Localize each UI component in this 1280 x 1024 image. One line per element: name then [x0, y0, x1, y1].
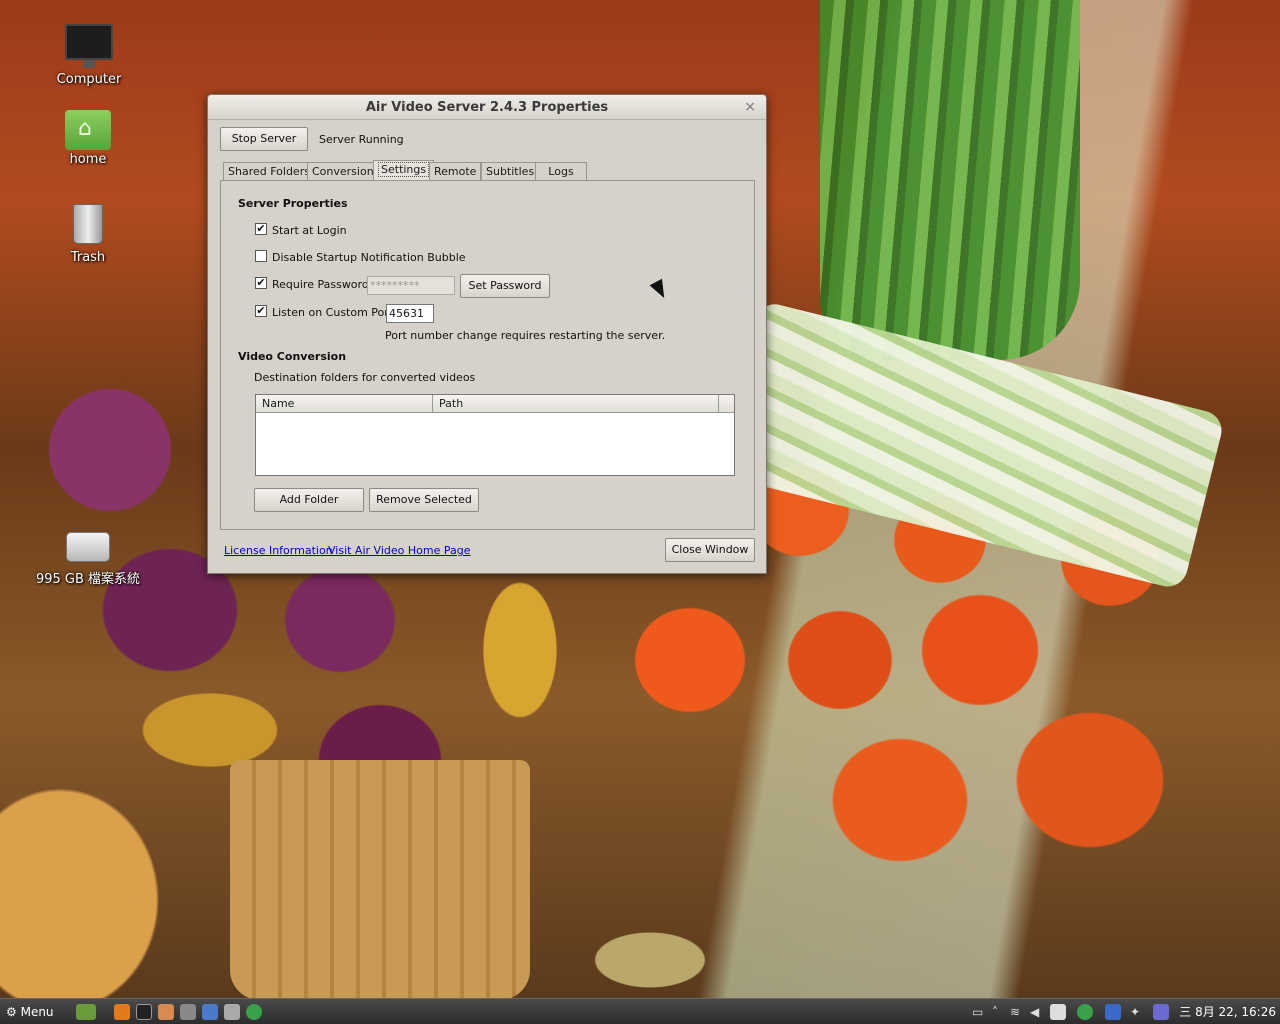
show-desktop-icon[interactable]: [76, 1004, 96, 1020]
settings-app-icon[interactable]: [202, 1004, 218, 1020]
settings-panel: Server Properties ✔ Start at Login Disab…: [220, 180, 755, 530]
image-viewer-icon[interactable]: [224, 1004, 240, 1020]
wifi-icon[interactable]: ≋: [1010, 1003, 1020, 1021]
destination-label: Destination folders for converted videos: [254, 371, 476, 384]
info-icon[interactable]: [1153, 1004, 1169, 1020]
wallpaper-basket: [230, 760, 530, 1000]
home-folder-icon: ⌂: [65, 110, 111, 150]
gear-icon: ⚙: [6, 1005, 17, 1019]
server-status: Server Running: [319, 133, 404, 146]
desktop-icon-label: 995 GB 檔案系統: [35, 572, 141, 587]
server-properties-heading: Server Properties: [238, 197, 348, 210]
tab-label: Settings: [378, 162, 430, 177]
properties-dialog: Air Video Server 2.4.3 Properties × Stop…: [207, 94, 767, 574]
computer-icon: [65, 24, 113, 68]
display-icon[interactable]: ▭: [972, 1003, 983, 1021]
video-conversion-heading: Video Conversion: [238, 350, 347, 363]
column-header-name[interactable]: Name: [256, 395, 433, 412]
air-video-home-link[interactable]: Visit Air Video Home Page: [328, 544, 470, 557]
dropbox-icon[interactable]: ✦: [1130, 1003, 1140, 1021]
desktop-icon-label: home: [69, 152, 107, 167]
require-password-checkbox[interactable]: ✔: [255, 277, 267, 289]
app-launcher-icon[interactable]: [158, 1004, 174, 1020]
chevron-up-icon[interactable]: ˄: [992, 1003, 998, 1021]
tab-label: Conversion: [312, 165, 374, 178]
taskbar: ⚙ Menu ▭ ˄ ≋ ◀ ✦ 三 8月 22, 16:26: [0, 998, 1280, 1024]
start-at-login-checkbox[interactable]: ✔: [255, 223, 267, 235]
drive-icon: [66, 532, 110, 562]
desktop-icon-drive[interactable]: 995 GB 檔案系統: [33, 532, 143, 587]
tab-label: Subtitles: [486, 165, 535, 178]
desktop-icon-label: Trash: [70, 250, 106, 265]
tab-label: Shared Folders: [228, 165, 310, 178]
tab-logs[interactable]: Logs: [535, 162, 587, 181]
destination-folders-table[interactable]: Name Path: [255, 394, 735, 476]
close-window-button[interactable]: Close Window: [665, 538, 755, 562]
set-password-button[interactable]: Set Password: [460, 274, 550, 298]
menu-label: Menu: [20, 1005, 54, 1019]
chrome-icon[interactable]: [246, 1004, 262, 1020]
dialog-title: Air Video Server 2.4.3 Properties: [365, 100, 609, 115]
port-input[interactable]: 45631: [386, 304, 434, 323]
remove-selected-button[interactable]: Remove Selected: [369, 488, 479, 512]
volume-icon[interactable]: ◀: [1030, 1003, 1039, 1021]
table-header: Name Path: [256, 395, 734, 413]
desktop-icon-computer[interactable]: Computer: [34, 24, 144, 87]
desktop-icon-home[interactable]: ⌂ home: [33, 110, 143, 167]
close-icon[interactable]: ×: [744, 95, 756, 120]
start-at-login-label: Start at Login: [272, 224, 347, 237]
tab-remote[interactable]: Remote: [429, 162, 482, 181]
require-password-label: Require Password: [272, 278, 369, 291]
notes-icon[interactable]: [1050, 1004, 1066, 1020]
disable-bubble-checkbox[interactable]: [255, 250, 267, 262]
add-folder-button[interactable]: Add Folder: [254, 488, 364, 512]
password-field[interactable]: *********: [367, 276, 455, 295]
tab-subtitles[interactable]: Subtitles: [481, 162, 540, 181]
desktop-icon-trash[interactable]: Trash: [33, 204, 143, 265]
tab-label: Logs: [548, 165, 574, 178]
desktop-icon-label: Computer: [56, 72, 122, 87]
stop-server-button[interactable]: Stop Server: [220, 127, 308, 151]
disable-bubble-label: Disable Startup Notification Bubble: [272, 251, 466, 264]
tab-conversion[interactable]: Conversion: [307, 162, 379, 181]
license-information-link[interactable]: License Information: [224, 544, 333, 557]
tab-label: Remote: [434, 165, 477, 178]
shield-icon[interactable]: [1105, 1004, 1121, 1020]
chrome-tray-icon[interactable]: [1077, 1004, 1093, 1020]
trash-icon: [73, 204, 103, 244]
wallpaper-scallions: [820, 0, 1080, 360]
dialog-titlebar[interactable]: Air Video Server 2.4.3 Properties ×: [208, 95, 766, 120]
port-note: Port number change requires restarting t…: [385, 329, 666, 342]
firefox-icon[interactable]: [114, 1004, 130, 1020]
clock[interactable]: 三 8月 22, 16:26: [1179, 1003, 1276, 1021]
terminal-icon[interactable]: [136, 1004, 152, 1020]
tab-settings[interactable]: Settings: [373, 160, 435, 181]
menu-button[interactable]: ⚙ Menu: [6, 1003, 54, 1021]
file-manager-icon[interactable]: [180, 1004, 196, 1020]
custom-port-checkbox[interactable]: ✔: [255, 305, 267, 317]
tab-shared-folders[interactable]: Shared Folders: [223, 162, 315, 181]
custom-port-label: Listen on Custom Port: [272, 306, 394, 319]
column-header-path[interactable]: Path: [433, 395, 719, 412]
